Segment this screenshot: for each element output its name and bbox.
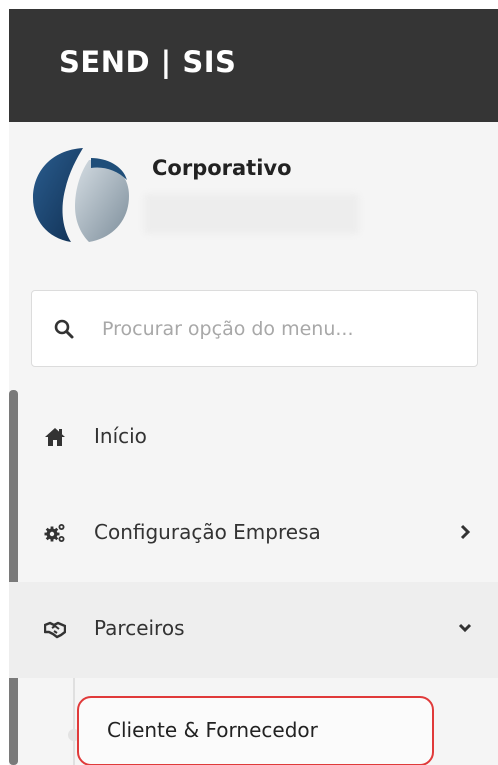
profile-panel: Corporativo <box>9 122 498 290</box>
submenu-parceiros: Cliente & Fornecedor <box>9 678 498 765</box>
home-icon <box>45 428 65 446</box>
menu-item-parceiros[interactable]: Parceiros <box>9 582 498 678</box>
menu-item-label: Parceiros <box>94 616 185 640</box>
search-icon <box>54 319 74 339</box>
menu-item-configuracao-empresa[interactable]: Configuração Empresa <box>9 486 498 582</box>
top-bar: SEND | SIS <box>9 9 498 122</box>
menu-item-label: Configuração Empresa <box>94 520 321 544</box>
company-name: Corporativo <box>152 156 292 180</box>
chevron-right-icon <box>460 524 471 540</box>
gears-icon <box>44 524 65 542</box>
search-box[interactable] <box>31 290 478 367</box>
menu-item-label: Início <box>94 424 147 448</box>
brand-title[interactable]: SEND | SIS <box>59 45 236 79</box>
submenu-item-cliente-fornecedor[interactable]: Cliente & Fornecedor <box>77 696 434 765</box>
submenu-tree-line <box>73 678 75 765</box>
handshake-icon <box>44 621 66 639</box>
submenu-item-label: Cliente & Fornecedor <box>107 718 318 742</box>
company-logo <box>33 148 129 242</box>
sidebar-menu: Início Configuração Empresa Parceiros Cl… <box>9 390 498 765</box>
sidebar: Corporativo Início <box>9 122 498 765</box>
search-input[interactable] <box>102 305 472 353</box>
chevron-down-icon <box>458 623 472 633</box>
menu-item-inicio[interactable]: Início <box>9 390 498 486</box>
company-subtitle-blurred <box>144 194 359 234</box>
